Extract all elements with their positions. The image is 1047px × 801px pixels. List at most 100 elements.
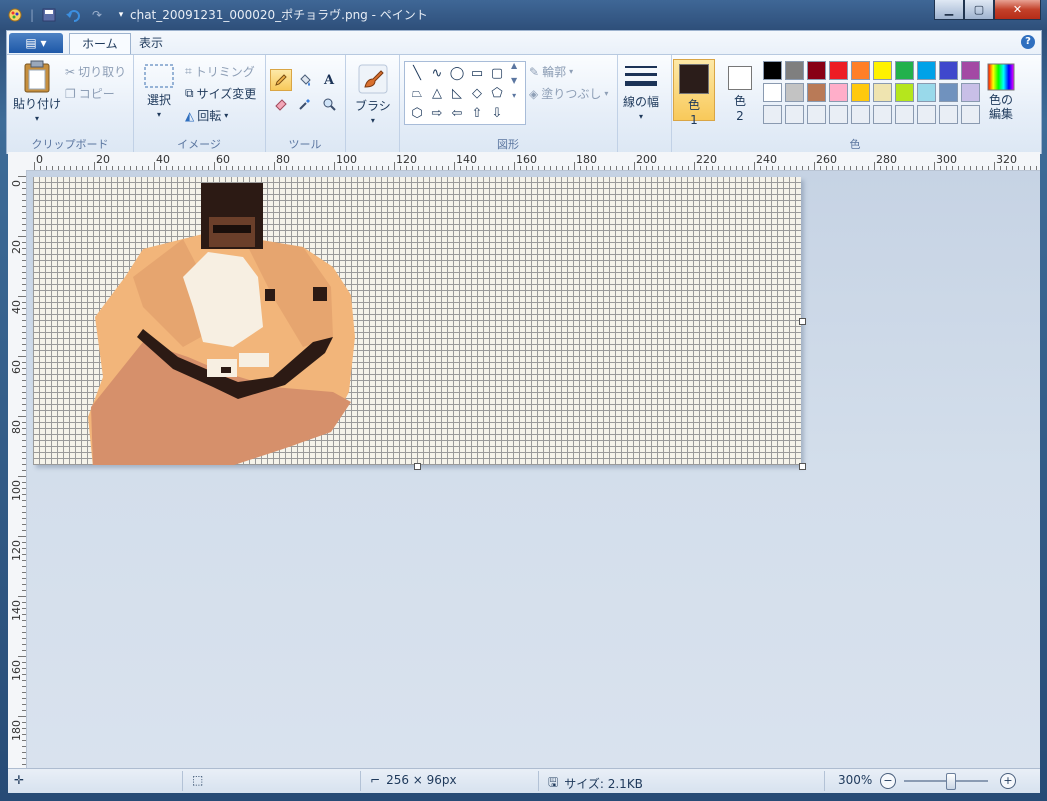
scroll-up-icon[interactable]: ▲ [511,61,517,70]
line-width-group: 線の幅 ▾ [617,55,672,154]
tab-view[interactable]: 表示 [127,33,175,53]
palette-swatch[interactable] [807,83,826,102]
resize-handle-corner[interactable] [799,463,806,470]
select-button[interactable]: 選択 ▾ [143,63,175,119]
oval-shape-icon[interactable]: ◯ [447,63,467,83]
color1-button[interactable]: 色 1 [673,59,715,127]
zoom-in-icon: + [1000,773,1016,789]
palette-swatch[interactable] [939,105,958,124]
right-arrow-shape-icon[interactable]: ⇨ [427,103,447,123]
app-menu-button[interactable]: ▤ ▾ [9,33,63,53]
edit-colors-label: 色の 編集 [988,93,1013,121]
palette-swatch[interactable] [917,61,936,80]
cut-button[interactable]: ✂ 切り取り [65,63,126,80]
tab-home[interactable]: ホーム [69,33,131,54]
palette-swatch[interactable] [873,83,892,102]
scroll-down-icon[interactable]: ▼ [511,76,517,85]
undo-icon[interactable] [64,6,82,24]
pencil-icon[interactable] [270,69,292,91]
curve-shape-icon[interactable]: ∿ [427,63,447,83]
close-button[interactable]: ✕ [994,0,1041,20]
palette-swatch[interactable] [961,61,980,80]
palette-swatch[interactable] [895,83,914,102]
palette-swatch[interactable] [917,105,936,124]
pentagon-shape-icon[interactable]: ⬠ [487,83,507,103]
palette-swatch[interactable] [829,61,848,80]
clipboard-group-label: クリップボード [31,138,109,151]
hexagon-shape-icon[interactable]: ⬡ [407,103,427,123]
zoom-slider-thumb[interactable] [946,773,956,790]
resize-icon: ⧉ [185,86,194,100]
zoom-in-button[interactable]: + [1000,773,1016,789]
palette-swatch[interactable] [829,105,848,124]
copy-label: コピー [78,87,115,101]
palette-swatch[interactable] [939,61,958,80]
palette-swatch[interactable] [785,105,804,124]
rectangle-shape-icon[interactable]: ▭ [467,63,487,83]
palette-swatch[interactable] [851,83,870,102]
fill-icon[interactable] [294,69,316,91]
line-width-button[interactable]: 線の幅 ▾ [623,63,659,121]
down-arrow-shape-icon[interactable]: ⇩ [487,103,507,123]
left-arrow-shape-icon[interactable]: ⇦ [447,103,467,123]
palette-swatch[interactable] [785,61,804,80]
brushes-group: ブラシ ▾ [345,55,400,154]
redo-icon[interactable]: ↷ [88,6,106,24]
palette-swatch[interactable] [873,61,892,80]
palette-swatch[interactable] [851,105,870,124]
customize-qat-icon[interactable]: ▾ [112,6,130,24]
up-arrow-shape-icon[interactable]: ⇧ [467,103,487,123]
edit-colors-button[interactable]: 色の 編集 [987,63,1015,121]
ruler-label: 60 [216,153,230,166]
palette-swatch[interactable] [961,105,980,124]
palette-swatch[interactable] [807,105,826,124]
outline-button[interactable]: ✎ 輪郭 ▾ [529,63,573,80]
polygon-shape-icon[interactable]: ⏢ [407,83,427,103]
minimize-button[interactable]: ▁ [934,0,964,20]
rounded-rect-shape-icon[interactable]: ▢ [487,63,507,83]
palette-swatch[interactable] [895,61,914,80]
palette-swatch[interactable] [895,105,914,124]
palette-swatch[interactable] [873,105,892,124]
brushes-button[interactable]: ブラシ ▾ [355,63,391,125]
palette-swatch[interactable] [961,83,980,102]
zoom-out-button[interactable]: − [880,773,896,789]
help-icon[interactable]: ? [1021,35,1035,49]
save-icon[interactable] [40,6,58,24]
palette-swatch[interactable] [785,83,804,102]
copy-button[interactable]: ❐ コピー [65,85,115,102]
eraser-icon[interactable] [270,93,292,115]
palette-swatch[interactable] [763,61,782,80]
palette-swatch[interactable] [807,61,826,80]
expand-gallery-icon[interactable]: ▾ [512,91,516,100]
right-triangle-shape-icon[interactable]: ◺ [447,83,467,103]
paste-button[interactable]: 貼り付け ▾ [13,59,61,123]
crop-button[interactable]: ⌗ トリミング [185,63,255,80]
color-picker-icon[interactable] [294,93,316,115]
resize-button[interactable]: ⧉ サイズ変更 [185,85,256,102]
diamond-shape-icon[interactable]: ◇ [467,83,487,103]
line-shape-icon[interactable]: ╲ [407,63,427,83]
image-canvas[interactable] [33,177,801,465]
magnifier-icon[interactable] [318,93,340,115]
palette-swatch[interactable] [917,83,936,102]
text-icon[interactable]: A [318,69,340,91]
palette-swatch[interactable] [939,83,958,102]
maximize-button[interactable]: ▢ [964,0,994,20]
resize-handle-bottom[interactable] [414,463,421,470]
palette-swatch[interactable] [851,61,870,80]
color1-label: 色 [687,98,700,112]
rotate-button[interactable]: ◭ 回転 ▾ [185,107,228,124]
palette-swatch[interactable] [829,83,848,102]
ribbon-home-panel: 貼り付け ▾ ✂ 切り取り ❐ コピー クリップボード 選択 ▾ ⌗ トリミング… [7,54,1041,154]
status-bar: ✛ ⬚ ⌐ 256 × 96px 🖫 サイズ: 2.1KB 300% − + [8,768,1040,793]
shapes-scroll[interactable]: ▲ ▼ ▾ [511,61,517,100]
paint-app-icon[interactable] [6,6,24,24]
palette-swatch[interactable] [763,83,782,102]
ruler-label: 240 [756,153,777,166]
palette-swatch[interactable] [763,105,782,124]
resize-handle-right[interactable] [799,318,806,325]
triangle-shape-icon[interactable]: △ [427,83,447,103]
color2-button[interactable]: 色 2 [719,59,761,123]
fill-button[interactable]: ◈ 塗りつぶし ▾ [529,85,608,102]
